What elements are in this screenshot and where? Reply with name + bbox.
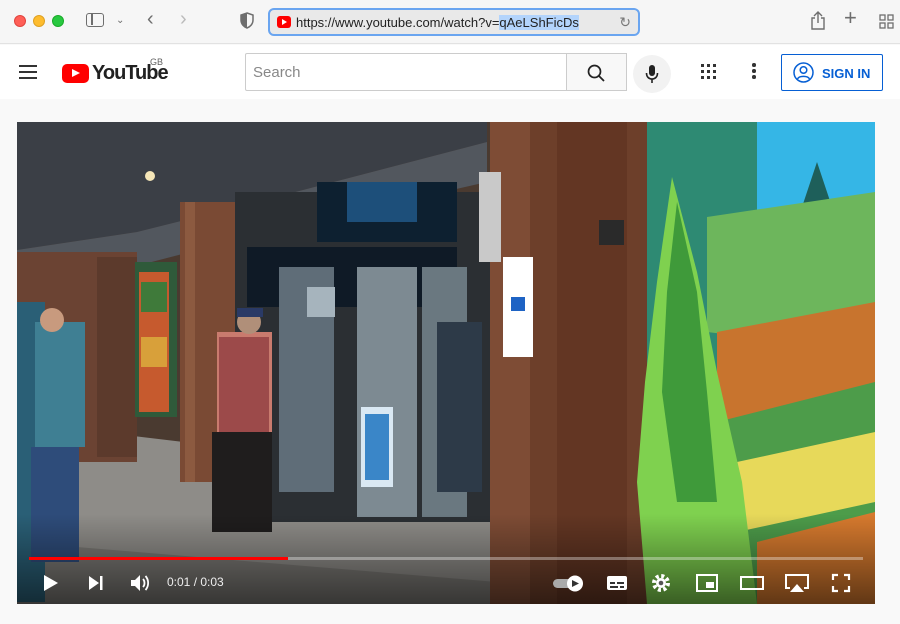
back-icon[interactable]: ‹ [147, 9, 154, 29]
url-selected-text: qAeLShFicDs [499, 15, 579, 30]
minimize-window-button[interactable] [33, 15, 45, 27]
sign-in-button[interactable]: SIGN IN [781, 54, 883, 91]
voice-search-button[interactable] [633, 55, 671, 93]
reload-icon[interactable]: ↻ [619, 14, 631, 31]
chevron-down-icon[interactable]: ⌄ [116, 13, 124, 29]
time-separator: / [190, 575, 201, 589]
mic-icon [645, 65, 659, 83]
settings-icon[interactable] [650, 572, 672, 594]
sidebar-icon[interactable] [86, 13, 104, 27]
account-icon [793, 62, 814, 83]
url-text: https://www.youtube.com/watch?v=qAeLShFi… [296, 15, 579, 30]
progress-played [29, 557, 288, 560]
search-button[interactable] [567, 53, 627, 91]
share-icon[interactable] [810, 11, 826, 30]
time-display: 0:01 / 0:03 [167, 575, 224, 589]
address-bar[interactable]: https://www.youtube.com/watch?v=qAeLShFi… [268, 8, 640, 36]
miniplayer-icon[interactable] [695, 572, 719, 594]
theater-icon[interactable] [739, 572, 765, 594]
autoplay-toggle-icon[interactable] [552, 572, 586, 594]
next-icon[interactable] [85, 572, 107, 594]
search-input[interactable]: Search [245, 53, 567, 91]
current-time: 0:01 [167, 575, 191, 589]
tabs-overview-icon[interactable] [879, 14, 894, 29]
new-tab-icon[interactable]: + [844, 7, 857, 29]
subtitles-icon[interactable] [605, 572, 629, 594]
youtube-favicon-icon [277, 16, 291, 28]
browser-toolbar: ⌄ ‹ › https://www.youtube.com/watch?v=qA… [0, 0, 900, 44]
play-icon[interactable] [39, 572, 61, 594]
shield-icon[interactable] [240, 12, 254, 29]
forward-icon[interactable]: › [180, 9, 187, 29]
youtube-logo-icon [62, 64, 89, 83]
apps-icon[interactable] [701, 64, 716, 79]
search-icon [587, 64, 605, 82]
fullscreen-icon[interactable] [830, 572, 852, 594]
progress-bar[interactable] [29, 557, 863, 560]
sign-in-label: SIGN IN [822, 66, 871, 81]
zoom-window-button[interactable] [52, 15, 64, 27]
search-placeholder: Search [253, 64, 301, 81]
volume-icon[interactable] [129, 572, 151, 594]
close-window-button[interactable] [14, 15, 26, 27]
region-code: GB [150, 57, 164, 67]
video-player[interactable]: 0:01 / 0:03 [17, 122, 875, 604]
menu-icon[interactable] [19, 65, 37, 79]
more-icon[interactable] [752, 63, 756, 79]
airplay-icon[interactable] [784, 572, 810, 594]
duration: 0:03 [200, 575, 224, 589]
